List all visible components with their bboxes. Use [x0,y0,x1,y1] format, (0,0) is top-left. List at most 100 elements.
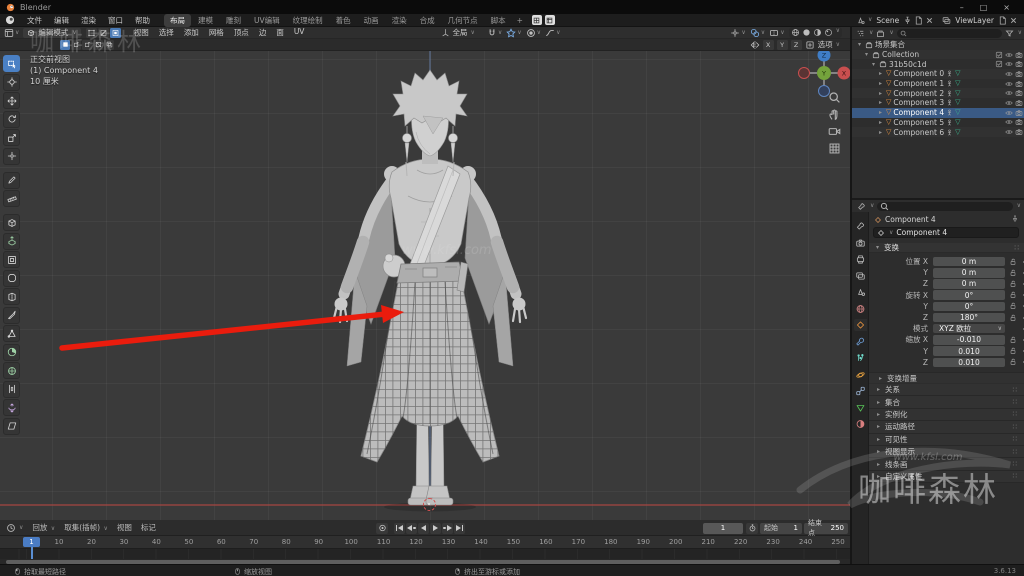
outliner-item-label[interactable]: Component 2 [893,89,944,98]
lock-icon[interactable] [1009,347,1017,355]
outliner-item-label[interactable]: Component 4 [893,108,944,117]
show-overlays-icon[interactable]: ∨ [750,28,765,38]
jump-end-button[interactable] [454,523,465,534]
scene-caret-icon[interactable]: ∨ [868,17,872,23]
options-dropdown[interactable]: 选项∨ [818,39,840,50]
properties-tab-world[interactable] [854,303,867,315]
viewport-menu-7[interactable]: UV [289,27,310,38]
viewport-3d[interactable]: 正交前视图 (1) Component 4 10 厘米 [0,51,850,520]
scene-name[interactable]: Scene [874,16,901,25]
section-4[interactable]: ▸ 可见性∷ [869,434,1024,446]
section-5[interactable]: ▸ 视图显示∷ [869,446,1024,458]
menu-3[interactable]: 窗口 [102,15,129,26]
disable-render-camera-icon[interactable] [1015,80,1023,88]
disable-render-camera-icon[interactable] [1015,70,1023,78]
expand-caret-icon[interactable]: ▸ [877,129,884,136]
disable-render-camera-icon[interactable] [1015,99,1023,107]
timeline-menu-2[interactable]: 视图 [117,522,132,533]
outliner-row-collection[interactable]: ▾ Collection [852,50,1024,60]
modifier-icon[interactable] [946,80,953,87]
auto-keying-button[interactable] [376,523,388,534]
viewport-menu-0[interactable]: 视图 [129,27,154,38]
viewport-menu-3[interactable]: 网格 [204,27,229,38]
properties-tab-constraints[interactable] [854,385,867,397]
tool-shear-button[interactable] [3,418,20,435]
section-0[interactable]: ▸ 关系∷ [869,384,1024,396]
transform-value-field[interactable]: 180° [933,313,1005,323]
outliner-row-component-5[interactable]: ▸▽ Component 5 ▽ [852,118,1024,128]
vertex-select-icon[interactable] [86,28,97,38]
outliner-item-label[interactable]: Component 5 [893,118,944,127]
hide-eye-icon[interactable] [1005,60,1013,68]
modifier-icon[interactable] [946,119,953,126]
wireframe-shading-icon[interactable] [791,28,800,37]
timeline-scrollbar[interactable] [6,560,840,564]
tool-transform-button[interactable] [3,148,20,165]
outliner-item-label[interactable]: Collection [882,50,919,59]
tool-move-button[interactable] [3,92,20,109]
tool-knife-button[interactable] [3,307,20,324]
workspace-tab-9[interactable]: 几何节点 [442,14,484,27]
section-1[interactable]: ▸ 集合∷ [869,396,1024,408]
outliner-display-icon[interactable] [876,29,885,38]
disable-render-camera-icon[interactable] [1015,118,1023,126]
tool-smooth-button[interactable] [3,362,20,379]
section-7[interactable]: ▸ 自定义属性∷ [869,471,1024,483]
select-op-set-button[interactable] [60,40,70,50]
frame-ruler[interactable]: 1020304050607080901001101201301401501601… [0,536,850,548]
modifier-icon[interactable] [946,70,953,77]
scene-icon[interactable] [856,16,865,25]
properties-tab-scene[interactable] [854,286,867,298]
properties-tab-object[interactable] [854,319,867,331]
tool-shrink-fatten-button[interactable] [3,399,20,416]
viewport-menu-4[interactable]: 顶点 [229,27,254,38]
expand-caret-icon[interactable]: ▾ [863,51,870,58]
properties-tab-object-data[interactable] [854,402,867,414]
outliner-row-component-1[interactable]: ▸▽ Component 1 ▽ [852,79,1024,89]
tool-cursor-button[interactable] [3,74,20,91]
close-button[interactable]: × [1003,3,1010,12]
mirror-x-button[interactable]: X [763,40,774,50]
checkbox-icon[interactable] [995,60,1003,68]
workspace-tab-6[interactable]: 动画 [358,14,385,27]
timeline-menu-1[interactable]: 取集(插帧) ∨ [64,522,108,533]
tool-measure-button[interactable] [3,190,20,207]
mirror-z-button[interactable]: Z [791,40,802,50]
hide-eye-icon[interactable] [1005,51,1013,59]
tool-annotate-button[interactable] [3,172,20,189]
tool-inset-faces-button[interactable] [3,251,20,268]
lock-icon[interactable] [1009,302,1017,310]
tool-add-cube-button[interactable] [3,214,20,231]
outliner-row-场景集合[interactable]: ▾ 场景集合 [852,40,1024,50]
menu-1[interactable]: 编辑 [48,15,75,26]
rotation-mode-dropdown[interactable]: XYZ 欧拉∨ [933,324,1005,334]
outliner-search-input[interactable] [897,29,1002,38]
select-op-intersect-button[interactable] [104,40,114,50]
checkbox-icon[interactable] [995,51,1003,59]
tool-poly-build-button[interactable] [3,325,20,342]
editor-type-icon[interactable] [4,28,14,38]
play-reverse-button[interactable] [418,523,429,534]
new-scene-icon[interactable] [914,16,923,25]
new-view-layer-icon[interactable] [998,16,1007,25]
view-layer-icon[interactable] [942,16,951,25]
timeline-menu-0[interactable]: 回放 ∨ [32,522,55,533]
tool-scale-button[interactable] [3,129,20,146]
minimize-button[interactable]: – [960,3,964,12]
workspace-tab-1[interactable]: 建模 [192,14,219,27]
pin-scene-icon[interactable] [903,16,912,25]
properties-tab-material[interactable] [854,418,867,430]
expand-caret-icon[interactable]: ▸ [877,99,884,106]
hide-eye-icon[interactable] [1005,89,1013,97]
outliner-row-component-6[interactable]: ▸▽ Component 6 ▽ [852,127,1024,137]
edge-select-icon[interactable] [98,28,109,38]
pan-hand-icon[interactable] [828,108,841,121]
stopwatch-icon[interactable] [746,523,758,534]
outliner-item-label[interactable]: Component 1 [893,79,944,88]
falloff-icon[interactable]: ∨ [545,28,560,38]
section-2[interactable]: ▸ 实例化∷ [869,409,1024,421]
expand-caret-icon[interactable]: ▾ [856,41,863,48]
transform-value-field[interactable]: -0.010 [933,335,1005,345]
object-name-field[interactable]: ∨ Component 4 [873,227,1019,238]
indicator-icon-1[interactable] [532,15,542,25]
